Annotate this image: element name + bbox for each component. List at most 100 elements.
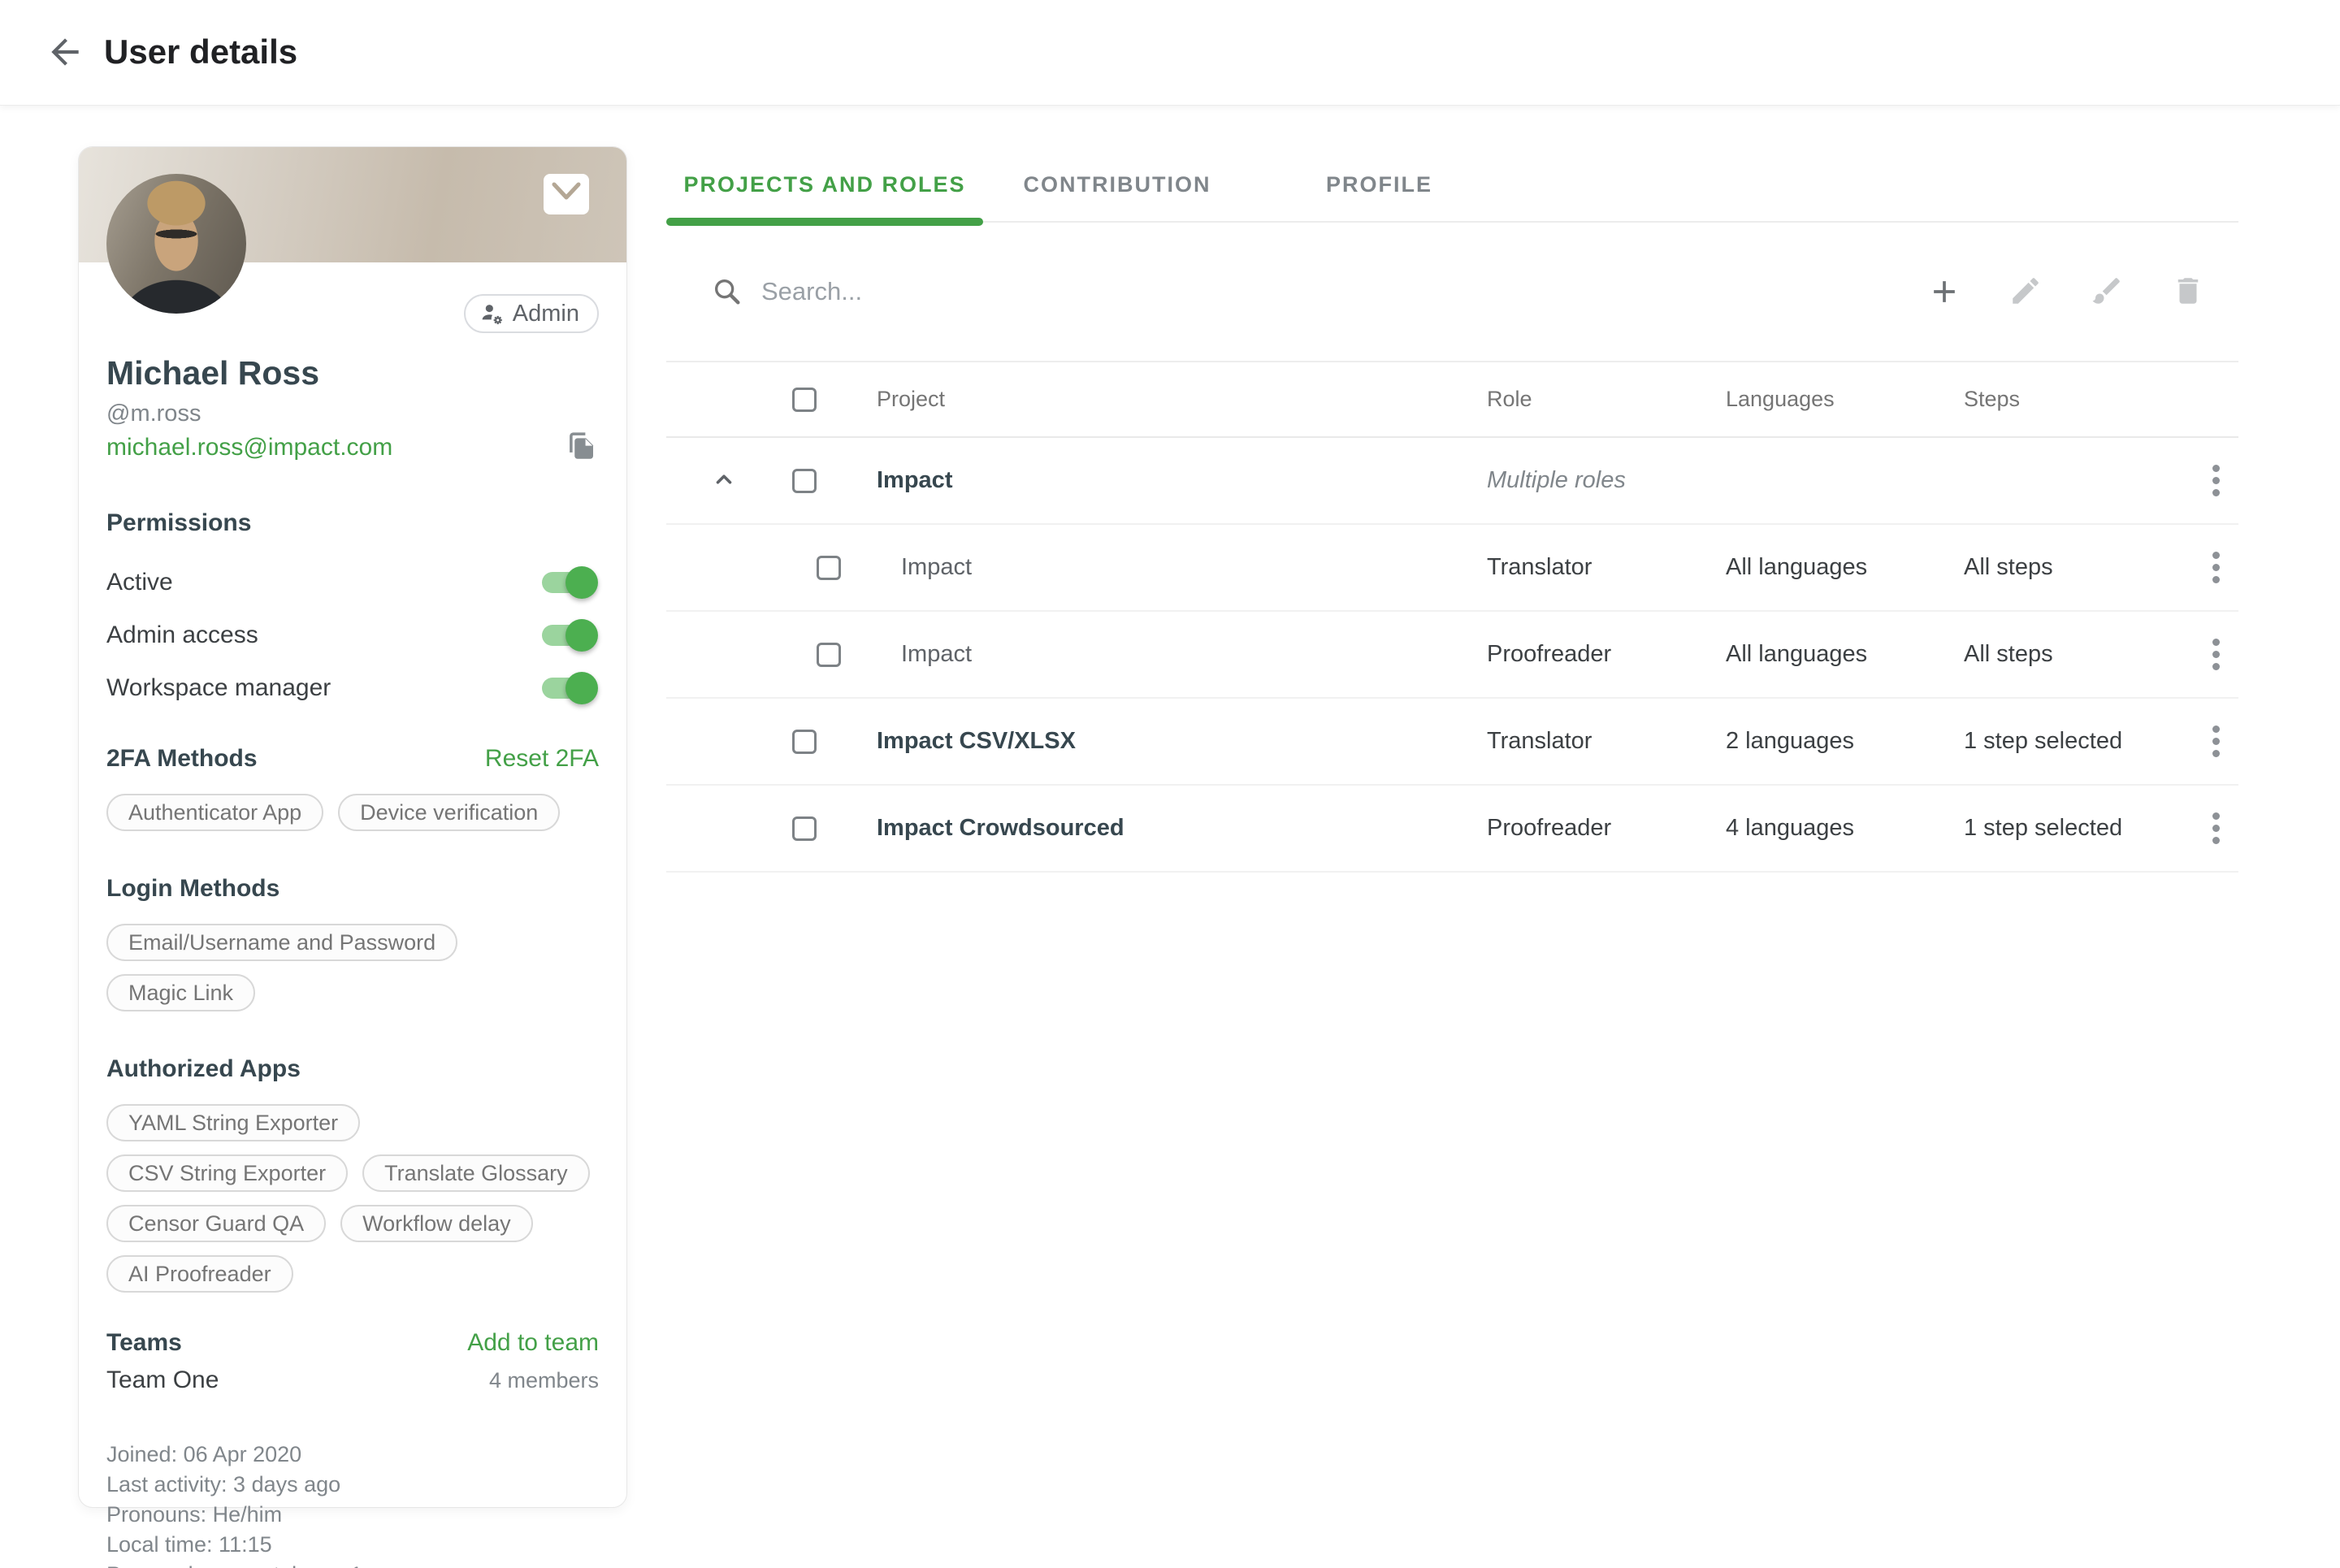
tab-contribution[interactable]: CONTRIBUTION <box>983 146 1251 223</box>
meta-line: Personal access tokens: 1 <box>106 1560 599 1568</box>
meta-line: Joined: 06 Apr 2020 <box>106 1440 599 1470</box>
row-steps-cell: 1 step selected <box>1964 728 2194 755</box>
row-checkbox[interactable] <box>817 556 841 580</box>
row-checkbox[interactable] <box>792 469 817 493</box>
row-checkbox-cell <box>792 730 877 754</box>
column-header-languages: Languages <box>1726 387 1964 412</box>
permission-label: Active <box>106 569 173 596</box>
edit-button[interactable] <box>2008 274 2043 310</box>
row-menu-button[interactable] <box>2212 465 2220 496</box>
row-steps-cell: All steps <box>1964 641 2194 668</box>
row-languages-cell: All languages <box>1726 641 1964 668</box>
row-role-cell: Proofreader <box>1487 641 1726 668</box>
copy-icon <box>565 429 599 463</box>
authorized-app-chip-csv-string-exporter: CSV String Exporter <box>106 1154 348 1192</box>
row-checkbox[interactable] <box>792 730 817 754</box>
row-menu-button[interactable] <box>2212 726 2220 757</box>
project-name: Impact CSV/XLSX <box>877 728 1076 754</box>
team-members-count: 4 members <box>489 1368 599 1393</box>
row-checkbox[interactable] <box>792 816 817 841</box>
table-row-impact-multiple-roles: ImpactMultiple roles <box>666 438 2238 525</box>
tab-projects-and-roles[interactable]: PROJECTS AND ROLES <box>666 146 983 223</box>
row-project-cell: Impact <box>877 554 1487 581</box>
meta-line: Pronouns: He/him <box>106 1500 599 1530</box>
row-menu-cell <box>2194 726 2238 757</box>
user-username: @m.ross <box>106 401 599 427</box>
row-project-cell: Impact CSV/XLSX <box>877 728 1487 755</box>
toggle-workspace-manager[interactable] <box>542 678 594 699</box>
back-button[interactable] <box>42 30 88 76</box>
project-name: Impact <box>901 554 972 580</box>
pencil-icon <box>2008 274 2043 308</box>
user-card: Admin Michael Ross @m.ross michael.ross@… <box>78 146 627 1508</box>
row-role-cell: Translator <box>1487 728 1726 755</box>
authorized-app-chip-ai-proofreader: AI Proofreader <box>106 1255 293 1293</box>
toggle-knob <box>566 566 598 599</box>
add-button[interactable] <box>1926 274 1962 310</box>
project-name: Impact <box>877 467 952 493</box>
project-name: Impact Crowdsourced <box>877 815 1124 841</box>
permission-row: Admin access <box>106 617 594 653</box>
table-toolbar <box>666 223 2238 362</box>
person-gear-icon <box>479 301 505 327</box>
meta-line: Local time: 11:15 <box>106 1530 599 1560</box>
plus-icon <box>1926 274 1962 310</box>
row-role-cell: Translator <box>1487 554 1726 581</box>
table-header-row: ProjectRoleLanguagesSteps <box>666 362 2238 438</box>
authorized-app-chip-censor-guard-qa: Censor Guard QA <box>106 1205 326 1242</box>
select-all-checkbox[interactable] <box>792 388 817 412</box>
row-checkbox-cell <box>792 643 877 667</box>
twofa-chip-authenticator-app: Authenticator App <box>106 794 323 831</box>
row-role-cell: Proofreader <box>1487 815 1726 842</box>
row-menu-cell <box>2194 465 2238 496</box>
row-project-cell: Impact <box>877 641 1487 668</box>
login-method-chip-email-username-and-password: Email/Username and Password <box>106 924 457 961</box>
table-row-impact-crowdsourced-proofreader: Impact CrowdsourcedProofreader4 language… <box>666 786 2238 873</box>
toggle-active[interactable] <box>542 572 594 593</box>
table-row-impact-translator: Impact TranslatorAll languagesAll steps <box>666 525 2238 612</box>
meta-line: Last activity: 3 days ago <box>106 1470 599 1500</box>
row-steps-cell: All steps <box>1964 554 2194 581</box>
arrow-left-icon <box>45 32 85 72</box>
add-to-team-link[interactable]: Add to team <box>467 1329 599 1357</box>
row-project-cell: Impact <box>877 467 1487 494</box>
page-header: User details <box>0 0 2340 106</box>
header-checkbox-cell <box>792 388 877 412</box>
copy-email-button[interactable] <box>565 429 599 466</box>
column-header-project: Project <box>877 387 1487 412</box>
column-header-steps: Steps <box>1964 387 2194 412</box>
row-menu-button[interactable] <box>2212 552 2220 583</box>
send-email-button[interactable] <box>544 174 589 214</box>
collapse-button[interactable] <box>709 465 739 496</box>
row-languages-cell: All languages <box>1726 554 1964 581</box>
tab-profile[interactable]: PROFILE <box>1251 146 1507 223</box>
toggle-knob <box>566 619 598 652</box>
admin-badge-label: Admin <box>513 301 579 327</box>
user-email[interactable]: michael.ross@impact.com <box>106 434 392 461</box>
user-name: Michael Ross <box>106 354 599 392</box>
project-name: Impact <box>901 641 972 667</box>
team-name: Team One <box>106 1367 219 1394</box>
authorized-app-chip-yaml-string-exporter: YAML String Exporter <box>106 1104 360 1141</box>
login-method-chip-magic-link: Magic Link <box>106 974 255 1011</box>
toggle-admin-access[interactable] <box>542 625 594 646</box>
row-menu-cell <box>2194 639 2238 670</box>
row-menu-button[interactable] <box>2212 639 2220 670</box>
teams-heading: Teams <box>106 1329 182 1357</box>
search-icon <box>711 275 743 308</box>
permission-row: Workspace manager <box>106 670 594 706</box>
row-menu-cell <box>2194 812 2238 844</box>
reset-2fa-link[interactable]: Reset 2FA <box>485 745 599 773</box>
delete-button[interactable] <box>2170 274 2206 310</box>
twofa-chip-device-verification: Device verification <box>338 794 560 831</box>
row-checkbox[interactable] <box>817 643 841 667</box>
avatar <box>106 174 246 314</box>
permission-label: Admin access <box>106 622 258 649</box>
row-menu-button[interactable] <box>2212 812 2220 844</box>
twofa-heading: 2FA Methods <box>106 745 258 773</box>
brush-icon <box>2090 274 2124 308</box>
search-input[interactable] <box>761 277 1926 306</box>
clean-button[interactable] <box>2089 274 2125 310</box>
table-row-impact-proofreader: Impact ProofreaderAll languagesAll steps <box>666 612 2238 699</box>
main-content: PROJECTS AND ROLESCONTRIBUTIONPROFILE Pr… <box>666 146 2238 873</box>
